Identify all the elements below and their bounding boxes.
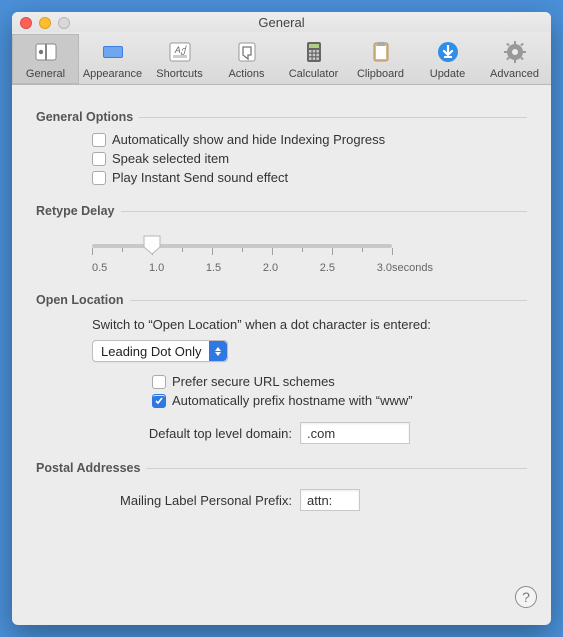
open-location-select[interactable]: Leading Dot Only: [92, 340, 228, 362]
checkbox-label: Automatically prefix hostname with “www”: [172, 393, 413, 408]
actions-icon: [233, 38, 261, 66]
tab-label: Clipboard: [357, 68, 404, 80]
slider-unit: seconds: [392, 262, 433, 274]
checkbox-indexing-progress[interactable]: Automatically show and hide Indexing Pro…: [92, 132, 527, 147]
open-location-hint: Switch to “Open Location” when a dot cha…: [92, 317, 527, 332]
minimize-icon[interactable]: [39, 17, 51, 29]
checkbox-prefer-secure[interactable]: Prefer secure URL schemes: [152, 374, 527, 389]
tab-label: General: [26, 68, 65, 80]
tab-label: Advanced: [490, 68, 539, 80]
checkbox-label: Automatically show and hide Indexing Pro…: [112, 132, 385, 147]
section-postal: Postal Addresses: [36, 461, 146, 475]
checkbox-icon: [92, 133, 106, 147]
slider-labels: 0.51.01.52.02.53.0: [92, 262, 392, 274]
tld-input[interactable]: [300, 422, 410, 444]
tab-label: Calculator: [289, 68, 339, 80]
svg-text:Aქ: Aქ: [173, 45, 186, 56]
help-button[interactable]: ?: [515, 586, 537, 608]
tab-appearance[interactable]: Appearance: [79, 34, 146, 84]
checkbox-instant-send-sound[interactable]: Play Instant Send sound effect: [92, 170, 527, 185]
tld-label: Default top level domain:: [92, 426, 292, 441]
checkbox-icon: [92, 152, 106, 166]
checkbox-icon: [152, 375, 166, 389]
checkbox-icon: [152, 394, 166, 408]
zoom-icon: [58, 17, 70, 29]
tab-label: Shortcuts: [156, 68, 202, 80]
tab-update[interactable]: Update: [414, 34, 481, 84]
switch-icon: [32, 38, 60, 66]
update-icon: [434, 38, 462, 66]
toolbar: General Appearance Aქ Shortcuts Actions …: [12, 32, 551, 85]
tab-label: Update: [430, 68, 465, 80]
checkbox-label: Prefer secure URL schemes: [172, 374, 335, 389]
select-value: Leading Dot Only: [93, 344, 209, 359]
select-arrows-icon: [209, 341, 227, 361]
prefix-label: Mailing Label Personal Prefix:: [92, 493, 292, 508]
checkbox-speak-selected[interactable]: Speak selected item: [92, 151, 527, 166]
checkbox-auto-www[interactable]: Automatically prefix hostname with “www”: [152, 393, 527, 408]
content-area: General Options Automatically show and h…: [12, 85, 551, 620]
clipboard-icon: [367, 38, 395, 66]
tab-advanced[interactable]: Advanced: [481, 34, 548, 84]
section-retype-delay: Retype Delay: [36, 204, 121, 218]
tab-label: Appearance: [83, 68, 142, 80]
titlebar: General: [12, 12, 551, 32]
shortcuts-icon: Aქ: [166, 38, 194, 66]
checkbox-label: Speak selected item: [112, 151, 229, 166]
tab-general[interactable]: General: [12, 34, 79, 84]
tab-shortcuts[interactable]: Aქ Shortcuts: [146, 34, 213, 84]
checkbox-icon: [92, 171, 106, 185]
preferences-window: General General Appearance Aქ Shortcuts …: [12, 12, 551, 625]
window-title: General: [20, 15, 543, 30]
calculator-icon: [300, 38, 328, 66]
prefix-input[interactable]: [300, 489, 360, 511]
tab-label: Actions: [228, 68, 264, 80]
tab-actions[interactable]: Actions: [213, 34, 280, 84]
appearance-icon: [99, 38, 127, 66]
gear-icon: [501, 38, 529, 66]
slider-ticks: [92, 248, 392, 256]
slider-thumb[interactable]: [143, 235, 161, 255]
tab-clipboard[interactable]: Clipboard: [347, 34, 414, 84]
close-icon[interactable]: [20, 17, 32, 29]
checkbox-label: Play Instant Send sound effect: [112, 170, 288, 185]
tab-calculator[interactable]: Calculator: [280, 34, 347, 84]
section-general-options: General Options: [36, 110, 139, 124]
section-open-location: Open Location: [36, 293, 130, 307]
retype-delay-slider[interactable]: [92, 244, 392, 248]
